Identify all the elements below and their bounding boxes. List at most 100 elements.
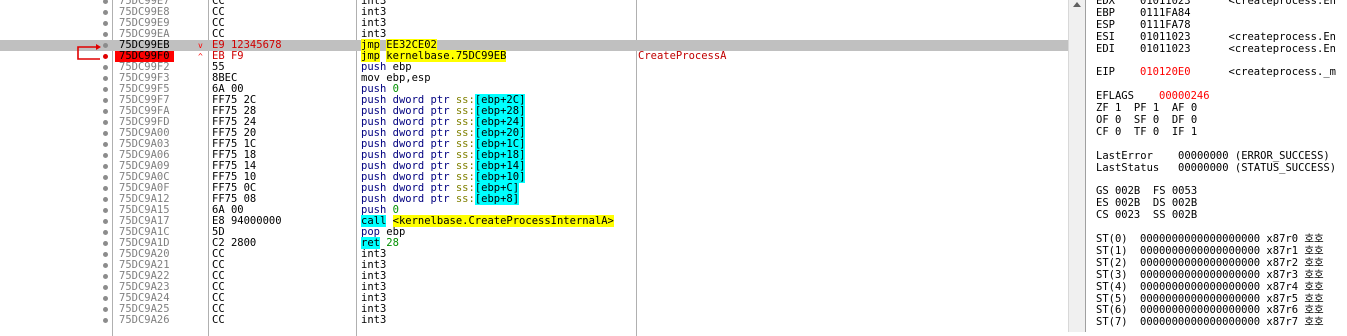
register-comment: x87r6 호호 [1260, 304, 1324, 317]
register-name: ST(6) [1096, 304, 1128, 317]
breakpoint-dot-icon[interactable] [103, 109, 108, 114]
register-value[interactable]: 0000000000000000000 [1140, 293, 1260, 305]
register-line[interactable]: EBP 0111FA84 [1096, 6, 1191, 19]
register-line[interactable]: EDI 01011023 <createprocess.En [1096, 42, 1336, 55]
register-line[interactable]: ST(4) 0000000000000000000 x87r4 호호 [1096, 280, 1324, 293]
breakpoint-dot-icon[interactable] [103, 263, 108, 268]
register-line[interactable]: ES 002B DS 002B [1096, 198, 1197, 209]
register-name: ST(3) [1096, 268, 1128, 281]
address: 75DC9A26 [119, 314, 170, 326]
register-comment: <createprocess.En [1190, 42, 1336, 55]
breakpoint-dot-icon[interactable] [103, 296, 108, 301]
register-name: ESP [1096, 18, 1115, 31]
breakpoint-dot-icon[interactable] [103, 175, 108, 180]
register-value[interactable]: 0111FA84 [1140, 7, 1191, 19]
breakpoint-dot-icon[interactable] [103, 120, 108, 125]
register-line[interactable]: ST(7) 0000000000000000000 x87r7 호호 [1096, 317, 1324, 328]
breakpoint-dot-icon[interactable] [103, 252, 108, 257]
immediate-value: 28 [386, 237, 399, 249]
register-line[interactable]: ST(6) 0000000000000000000 x87r6 호호 [1096, 305, 1324, 316]
register-comment: <createprocess._m [1190, 66, 1336, 79]
breakpoint-dot-icon[interactable] [103, 76, 108, 81]
comment: CreateProcessA [638, 50, 727, 62]
register-value[interactable]: 00000000 [1178, 150, 1229, 162]
register-value[interactable]: 010120E0 [1140, 66, 1191, 78]
register-name: EDI [1096, 42, 1115, 55]
register-line[interactable]: ST(3) 0000000000000000000 x87r3 호호 [1096, 268, 1324, 281]
breakpoint-dot-icon[interactable] [103, 21, 108, 26]
breakpoint-dot-icon[interactable] [103, 307, 108, 312]
register-line[interactable]: CS 0023 SS 002B [1096, 210, 1197, 221]
register-line[interactable]: EIP 010120E0 <createprocess._m [1096, 67, 1336, 78]
register-value[interactable]: 0000000000000000000 [1140, 245, 1260, 257]
register-name: ST(4) [1096, 280, 1128, 293]
disassembly-view[interactable]: 75DC99E7 CC int3 75DC99E8 CC int3 75DC99E9 CC in… [0, 0, 1068, 336]
breakpoint-dot-icon[interactable] [103, 98, 108, 103]
register-value[interactable]: 00000246 [1159, 90, 1210, 102]
register-comment: (STATUS_SUCCESS) [1228, 161, 1337, 174]
register-line[interactable]: ST(2) 0000000000000000000 x87r2 호호 [1096, 256, 1324, 269]
breakpoint-dot-icon[interactable] [103, 32, 108, 37]
breakpoint-dot-icon[interactable] [103, 142, 108, 147]
register-value[interactable]: 0000000000000000000 [1140, 316, 1260, 328]
register-value[interactable]: 0000000000000000000 [1140, 257, 1260, 269]
register-line[interactable]: ESP 0111FA78 [1096, 18, 1191, 31]
register-line[interactable]: ESI 01011023 <createprocess.En [1096, 31, 1336, 43]
register-line[interactable]: GS 002B FS 0053 [1096, 186, 1197, 197]
instruction-bytes: CC [212, 314, 225, 326]
register-line[interactable]: EDX 01011023 <createprocess.En [1096, 0, 1336, 7]
register-line[interactable]: CF 0 TF 0 IF 1 [1096, 125, 1198, 138]
disassembly-scrollbar[interactable] [1068, 0, 1085, 332]
register-name: ES 002B DS 002B [1096, 197, 1198, 210]
breakpoint-dot-icon[interactable] [103, 87, 108, 92]
scroll-up-icon[interactable] [1073, 2, 1081, 7]
register-name: ZF 1 PF 1 AF 0 [1096, 102, 1198, 115]
register-line[interactable]: ST(5) 0000000000000000000 x87r5 호호 [1096, 292, 1324, 305]
register-value[interactable]: 0111FA78 [1140, 19, 1191, 31]
breakpoint-dot-icon[interactable] [103, 10, 108, 15]
breakpoint-dot-icon[interactable] [103, 318, 108, 323]
register-name: CF 0 TF 0 IF 1 [1096, 125, 1198, 138]
register-line[interactable]: LastError 00000000 (ERROR_SUCCESS) [1096, 149, 1330, 162]
registers-panel[interactable]: EDX 01011023 <createprocess.En EBP 0111FA84… [1085, 0, 1347, 332]
branch-marker-icon: ^ [198, 52, 203, 61]
register-line[interactable]: ZF 1 PF 1 AF 0 [1096, 103, 1197, 114]
register-line[interactable]: LastStatus 00000000 (STATUS_SUCCESS) [1096, 161, 1337, 174]
register-value[interactable]: 0000000000000000000 [1140, 304, 1260, 316]
register-value[interactable]: 0000000000000000000 [1140, 281, 1260, 293]
register-comment: x87r5 호호 [1260, 292, 1324, 305]
breakpoint-dot-icon[interactable] [103, 186, 108, 191]
branch-target[interactable]: <kernelbase.CreateProcessInternalA> [392, 215, 614, 227]
breakpoint-dot-icon[interactable] [103, 131, 108, 136]
breakpoint-dot-icon[interactable] [103, 285, 108, 290]
breakpoint-dot-icon[interactable] [103, 0, 108, 4]
register-comment: (ERROR_SUCCESS) [1228, 149, 1330, 162]
register-comment: x87r1 호호 [1260, 244, 1324, 257]
register-value[interactable]: 01011023 [1140, 43, 1191, 55]
register-name: GS 002B FS 0053 [1096, 185, 1198, 198]
register-line[interactable]: ST(0) 0000000000000000000 x87r0 호호 [1096, 234, 1324, 245]
register-comment: x87r3 호호 [1260, 268, 1324, 281]
breakpoint-dot-icon[interactable] [103, 197, 108, 202]
breakpoint-dot-icon[interactable] [103, 208, 108, 213]
register-value[interactable]: 0000000000000000000 [1140, 269, 1260, 281]
breakpoint-dot-icon[interactable] [103, 241, 108, 246]
breakpoint-dot-icon[interactable] [103, 219, 108, 224]
instruction-text: int3 [361, 315, 386, 326]
breakpoint-dot-icon[interactable] [103, 153, 108, 158]
register-line[interactable]: OF 0 SF 0 DF 0 [1096, 115, 1197, 126]
register-name: ST(0) [1096, 233, 1128, 245]
register-comment: x87r2 호호 [1260, 256, 1324, 269]
register-name: EBP [1096, 6, 1115, 19]
register-line[interactable]: ST(1) 0000000000000000000 x87r1 호호 [1096, 244, 1324, 257]
register-value[interactable]: 01011023 [1140, 31, 1191, 43]
breakpoint-dot-icon[interactable] [103, 230, 108, 235]
breakpoint-dot-icon[interactable] [103, 164, 108, 169]
breakpoint-dot-icon[interactable] [103, 274, 108, 279]
register-value[interactable]: 0000000000000000000 [1140, 233, 1260, 245]
register-name: OF 0 SF 0 DF 0 [1096, 114, 1198, 126]
disasm-row[interactable]: 75DC9A26 CC int3 [0, 315, 1068, 326]
register-name: CS 0023 SS 002B [1096, 209, 1198, 222]
register-line[interactable]: EFLAGS 00000246 [1096, 91, 1210, 102]
register-value[interactable]: 00000000 [1178, 162, 1229, 174]
